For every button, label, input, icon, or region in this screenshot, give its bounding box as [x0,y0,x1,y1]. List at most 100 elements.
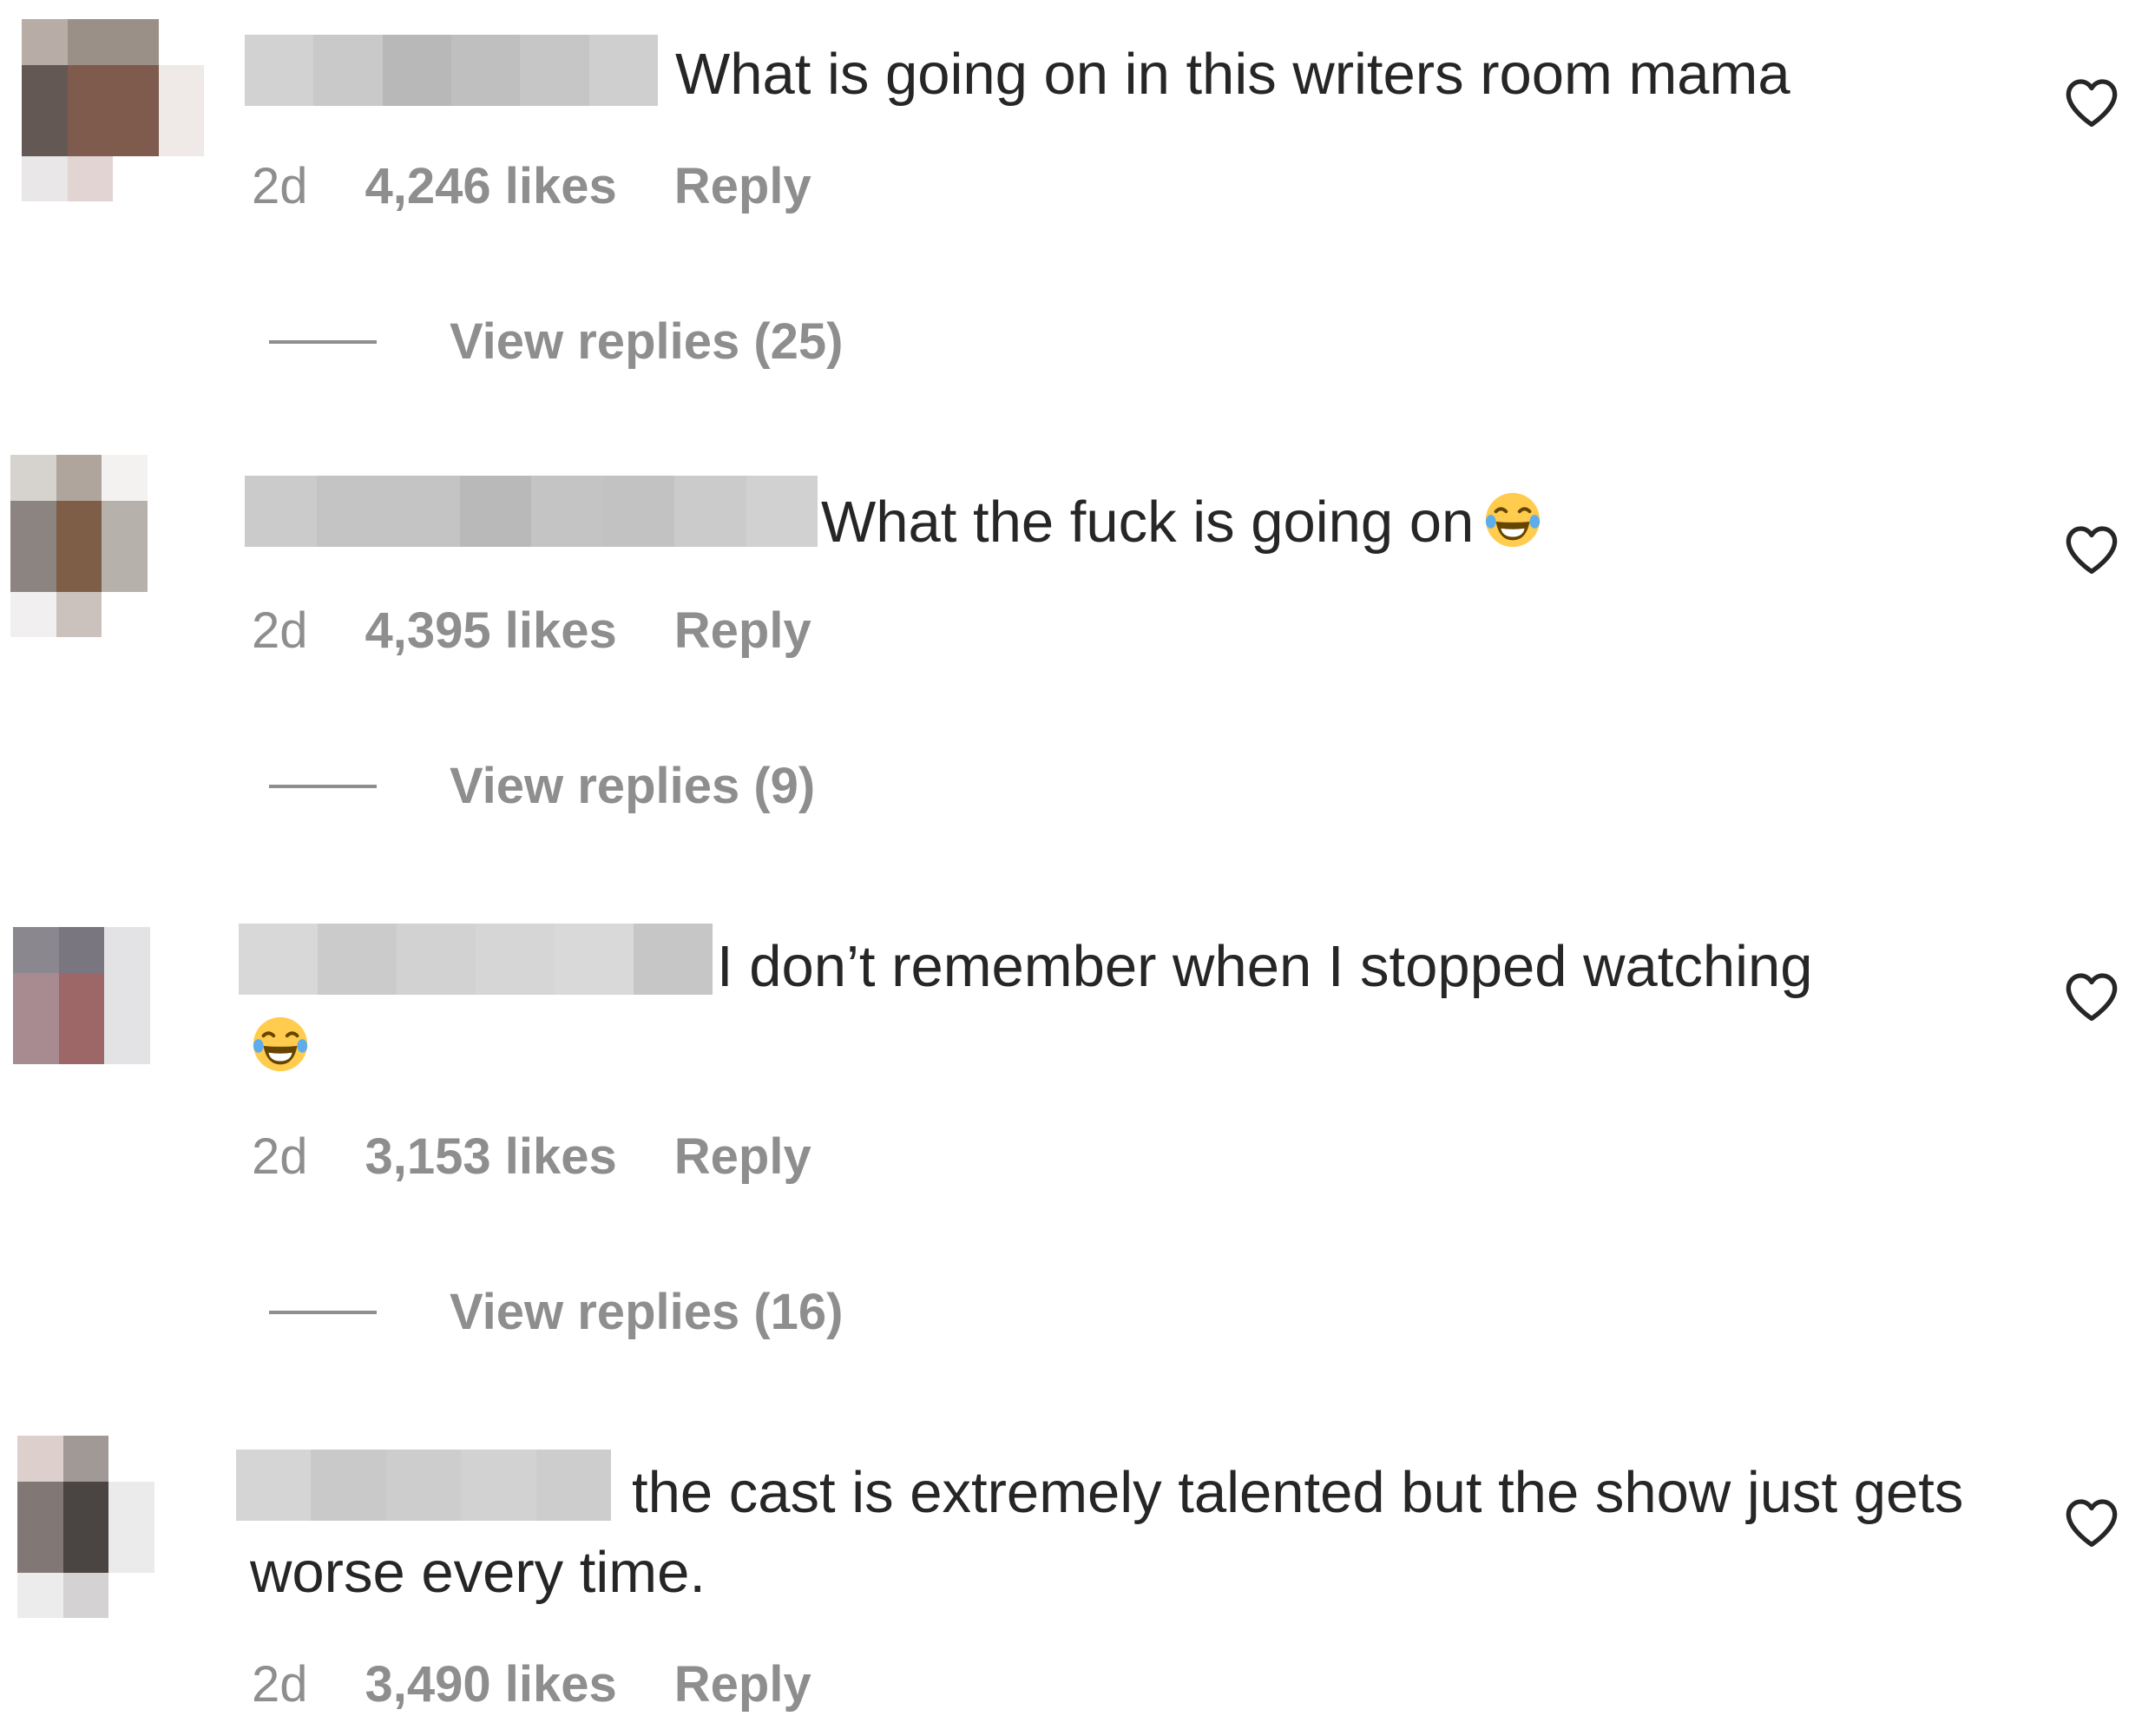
avatar-pixel [13,1063,59,1109]
avatar-pixel [10,591,56,637]
avatar-pixel [67,64,113,110]
view-replies-button[interactable]: View replies (16) [269,1283,844,1341]
avatar-pixel [108,1527,154,1573]
heart-icon[interactable] [2064,76,2119,128]
avatar-pixel [67,19,113,65]
avatar[interactable] [13,927,195,1109]
comment-text: What the fuck is going on [821,490,1475,555]
avatar-pixel [147,455,193,501]
avatar-pixel [17,1436,63,1482]
reply-button[interactable]: Reply [674,1654,811,1715]
comment-meta: 2d 4,395 likes Reply [252,601,811,661]
avatar-pixel [67,110,113,156]
comment-text-block: What the fuck is going on [250,483,2016,562]
avatar-pixel [147,591,193,637]
avatar-pixel [154,1436,200,1482]
likes-count[interactable]: 3,153 likes [365,1127,617,1187]
avatar-pixel [154,1481,200,1527]
avatar-pixel [56,546,102,592]
comment-time[interactable]: 2d [252,601,308,661]
avatar-pixel [10,455,56,501]
avatar-pixel [104,1063,150,1109]
view-replies-label: View replies (16) [450,1284,844,1340]
avatar[interactable] [17,1436,200,1618]
avatar[interactable] [10,455,193,637]
view-replies-label: View replies (9) [450,758,816,814]
likes-count[interactable]: 4,246 likes [365,156,617,217]
reply-button[interactable]: Reply [674,1127,811,1187]
avatar-pixel [13,972,59,1018]
comment-text: the cast is extremely talented but the s… [250,1460,1964,1605]
comment-text: I don’t remember when I stopped watching [717,934,1813,999]
replies-divider-line [269,339,377,344]
avatar-pixel [102,500,148,546]
heart-icon[interactable] [2064,523,2119,575]
avatar-pixel [62,1527,108,1573]
view-replies-button[interactable]: View replies (9) [269,757,815,815]
avatar-pixel [58,1018,104,1064]
reply-button[interactable]: Reply [674,156,811,217]
avatar-pixel [10,500,56,546]
heart-icon[interactable] [2064,970,2119,1023]
avatar-pixel [22,110,68,156]
avatar-pixel [113,64,159,110]
avatar-pixel [13,927,59,973]
heart-icon[interactable] [2064,1496,2119,1549]
view-replies-label: View replies (25) [450,313,844,370]
avatar-pixel [22,64,68,110]
comment-meta: 2d 3,490 likes Reply [252,1654,811,1715]
avatar-pixel [58,927,104,973]
avatar-pixel [10,546,56,592]
avatar-pixel [58,1063,104,1109]
avatar-pixel [154,1527,200,1573]
comment-time[interactable]: 2d [252,1127,308,1187]
avatar-pixel [58,972,104,1018]
comment-time[interactable]: 2d [252,156,308,217]
laughing-tears-emoji-icon [253,1016,308,1072]
laughing-tears-emoji-icon [1486,492,1541,548]
avatar-pixel [62,1572,108,1618]
replies-divider-line [269,784,377,788]
avatar-pixel [62,1436,108,1482]
avatar-pixel [158,155,204,201]
comment-text-block: the cast is extremely talented but the s… [250,1453,2016,1613]
likes-count[interactable]: 3,490 likes [365,1654,617,1715]
avatar-pixel [13,1018,59,1064]
avatar-pixel [22,155,68,201]
avatar-pixel [56,455,102,501]
comment-meta: 2d 3,153 likes Reply [252,1127,811,1187]
avatar-pixel [22,19,68,65]
avatar-pixel [149,972,195,1018]
avatar-pixel [102,591,148,637]
comment-text-block: What is going on in this writers room ma… [250,35,2016,115]
avatar-pixel [17,1527,63,1573]
avatar-pixel [108,1572,154,1618]
likes-count[interactable]: 4,395 likes [365,601,617,661]
comment-text-block: I don’t remember when I stopped watching [250,927,2016,1087]
comment-time[interactable]: 2d [252,1654,308,1715]
comment-meta: 2d 4,246 likes Reply [252,156,811,217]
avatar-pixel [158,110,204,156]
avatar-pixel [113,155,159,201]
avatar-pixel [17,1572,63,1618]
avatar-pixel [149,1018,195,1064]
avatar-pixel [147,546,193,592]
avatar-pixel [56,500,102,546]
avatar-pixel [147,500,193,546]
avatar-pixel [17,1481,63,1527]
avatar-pixel [149,1063,195,1109]
avatar-pixel [113,19,159,65]
avatar-pixel [108,1436,154,1482]
view-replies-button[interactable]: View replies (25) [269,312,844,371]
avatar-pixel [149,927,195,973]
avatar-pixel [102,546,148,592]
reply-button[interactable]: Reply [674,601,811,661]
avatar-pixel [113,110,159,156]
avatar[interactable] [22,19,204,201]
avatar-pixel [104,1018,150,1064]
avatar-pixel [158,19,204,65]
avatar-pixel [104,927,150,973]
avatar-pixel [56,591,102,637]
avatar-pixel [67,155,113,201]
avatar-pixel [104,972,150,1018]
